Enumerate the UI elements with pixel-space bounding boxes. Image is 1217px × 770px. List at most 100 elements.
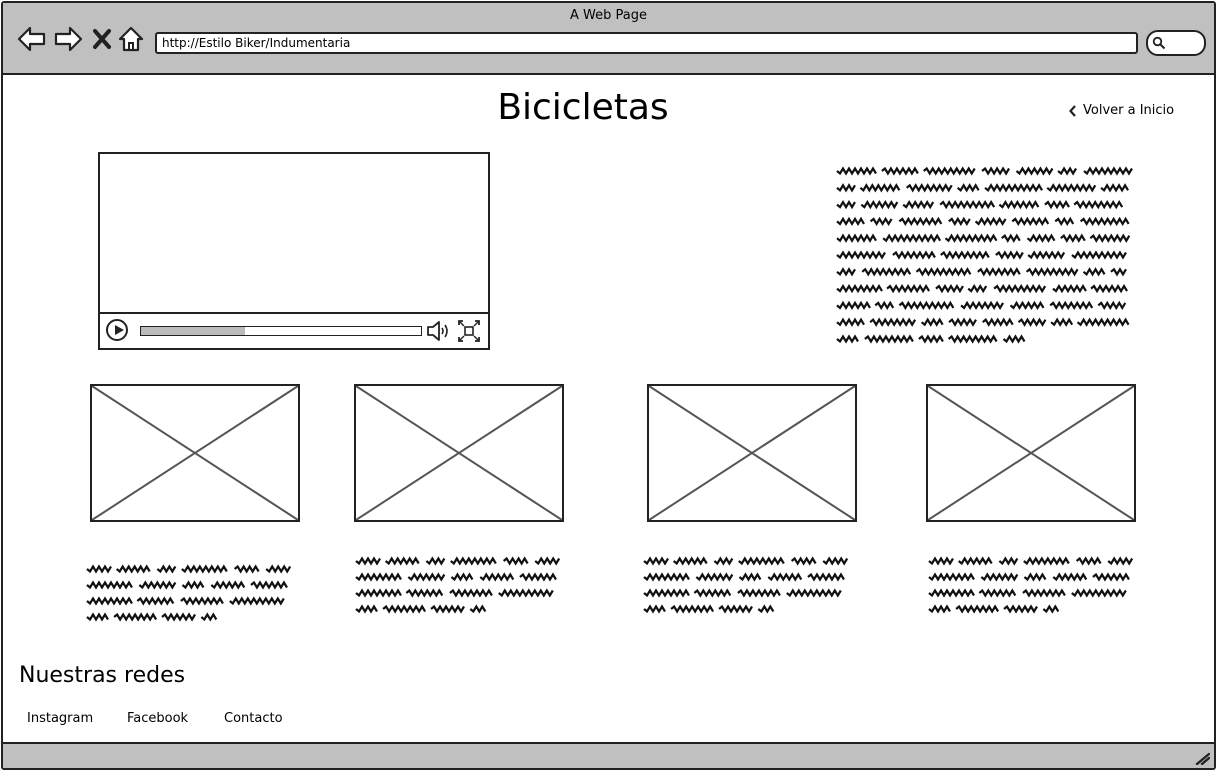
scribble-word [450,556,497,566]
scribble-word [939,199,996,210]
scribble-word [886,283,931,294]
scribble-word [948,317,977,327]
video-player[interactable] [98,152,490,350]
scribble-word [928,556,954,566]
scribble-word [898,300,955,311]
scribble-word [1057,166,1078,176]
scribble-word [1009,300,1045,311]
scribble-word [944,233,998,243]
scribble-word [250,580,288,590]
scribble-word [836,216,865,227]
placeholder-text-block [86,564,292,622]
search-input[interactable] [1146,30,1206,56]
home-icon[interactable] [117,25,145,53]
scribble-word [864,334,914,344]
scribble-word [534,556,561,566]
scribble-word [1052,572,1088,582]
scribble-word [233,564,260,574]
back-arrow-icon[interactable] [17,25,47,53]
video-controls [100,312,488,348]
scribble-word [836,267,856,277]
play-icon[interactable] [106,319,128,341]
scribble-word [874,300,895,311]
scribble-word [1071,250,1127,260]
instagram-link[interactable]: Instagram [27,711,93,726]
scribble-word [928,604,951,614]
scribble-word [693,588,732,598]
scribble-word [836,250,886,260]
contact-link[interactable]: Contacto [224,711,283,726]
scribble-word [948,216,971,227]
image-placeholder [90,384,300,522]
scribble-word [947,334,998,344]
scribble-word [836,183,856,193]
scribble-word [737,588,781,598]
scribble-word [1027,250,1066,260]
scribble-word [859,183,901,193]
scribble-word [718,604,753,614]
scribble-word [836,233,877,243]
scribble-word [995,250,1024,260]
chevron-left-icon [1069,104,1076,117]
scribble-word [998,199,1040,210]
browser-titlebar: A Web Page http://Estilo Biker/Indumenta… [3,3,1214,75]
browser-statusbar [3,742,1214,768]
scribble-word [1017,317,1047,327]
scribble-word [881,166,919,176]
scribble-word [355,556,381,566]
facebook-link[interactable]: Facebook [127,711,188,726]
scribble-word [407,572,446,582]
scribble-word [384,556,420,566]
social-section-title: Nuestras redes [19,663,186,688]
back-to-home-link[interactable]: Volver a Inicio [1069,103,1174,118]
scribble-word [923,166,976,176]
placeholder-text-block [355,556,561,614]
scribble-word [861,267,912,277]
forward-arrow-icon[interactable] [53,25,83,53]
scribble-word [869,216,893,227]
scribble-word [967,283,988,294]
scribble-word [1097,300,1127,311]
scribble-word [1083,166,1133,176]
scribble-word [502,556,529,566]
scribble-word [1015,166,1054,176]
fullscreen-icon[interactable] [458,320,480,342]
scribble-word [355,572,402,582]
resize-grip-icon[interactable] [1194,751,1210,765]
scribble-word [643,604,666,614]
video-progress-bar[interactable] [140,326,422,336]
scribble-word [1022,588,1066,598]
scribble-word [836,166,877,176]
placeholder-text-block [928,556,1134,614]
scribble-word [790,556,817,566]
scribble-word [181,580,205,590]
scribble-word [469,604,487,614]
scribble-word [767,572,803,582]
scribble-word [670,604,715,614]
volume-icon[interactable] [426,320,452,342]
scribble-word [1052,283,1087,294]
scribble-word [425,556,446,566]
scribble-word [869,317,917,327]
back-link-label: Volver a Inicio [1083,103,1175,118]
scribble-word [1023,572,1047,582]
scribble-word [86,564,112,574]
scribble-word [1100,183,1130,193]
address-bar[interactable]: http://Estilo Biker/Indumentaria [155,32,1138,54]
scribble-word [928,572,975,582]
scribble-word [981,166,1011,176]
scribble-word [807,572,845,582]
scribble-word [928,588,975,598]
scribble-word [479,572,515,582]
scribble-word [180,596,224,606]
browser-window: A Web Page http://Estilo Biker/Indumenta… [1,1,1216,770]
scribble-word [1042,604,1060,614]
close-icon[interactable] [91,25,113,53]
scribble-word [138,580,177,590]
scribble-word [902,199,935,210]
scribble-word [836,300,871,311]
scribble-word [643,556,669,566]
scribble-word [982,317,1014,327]
scribble-word [355,588,402,598]
scribble-word [643,588,690,598]
